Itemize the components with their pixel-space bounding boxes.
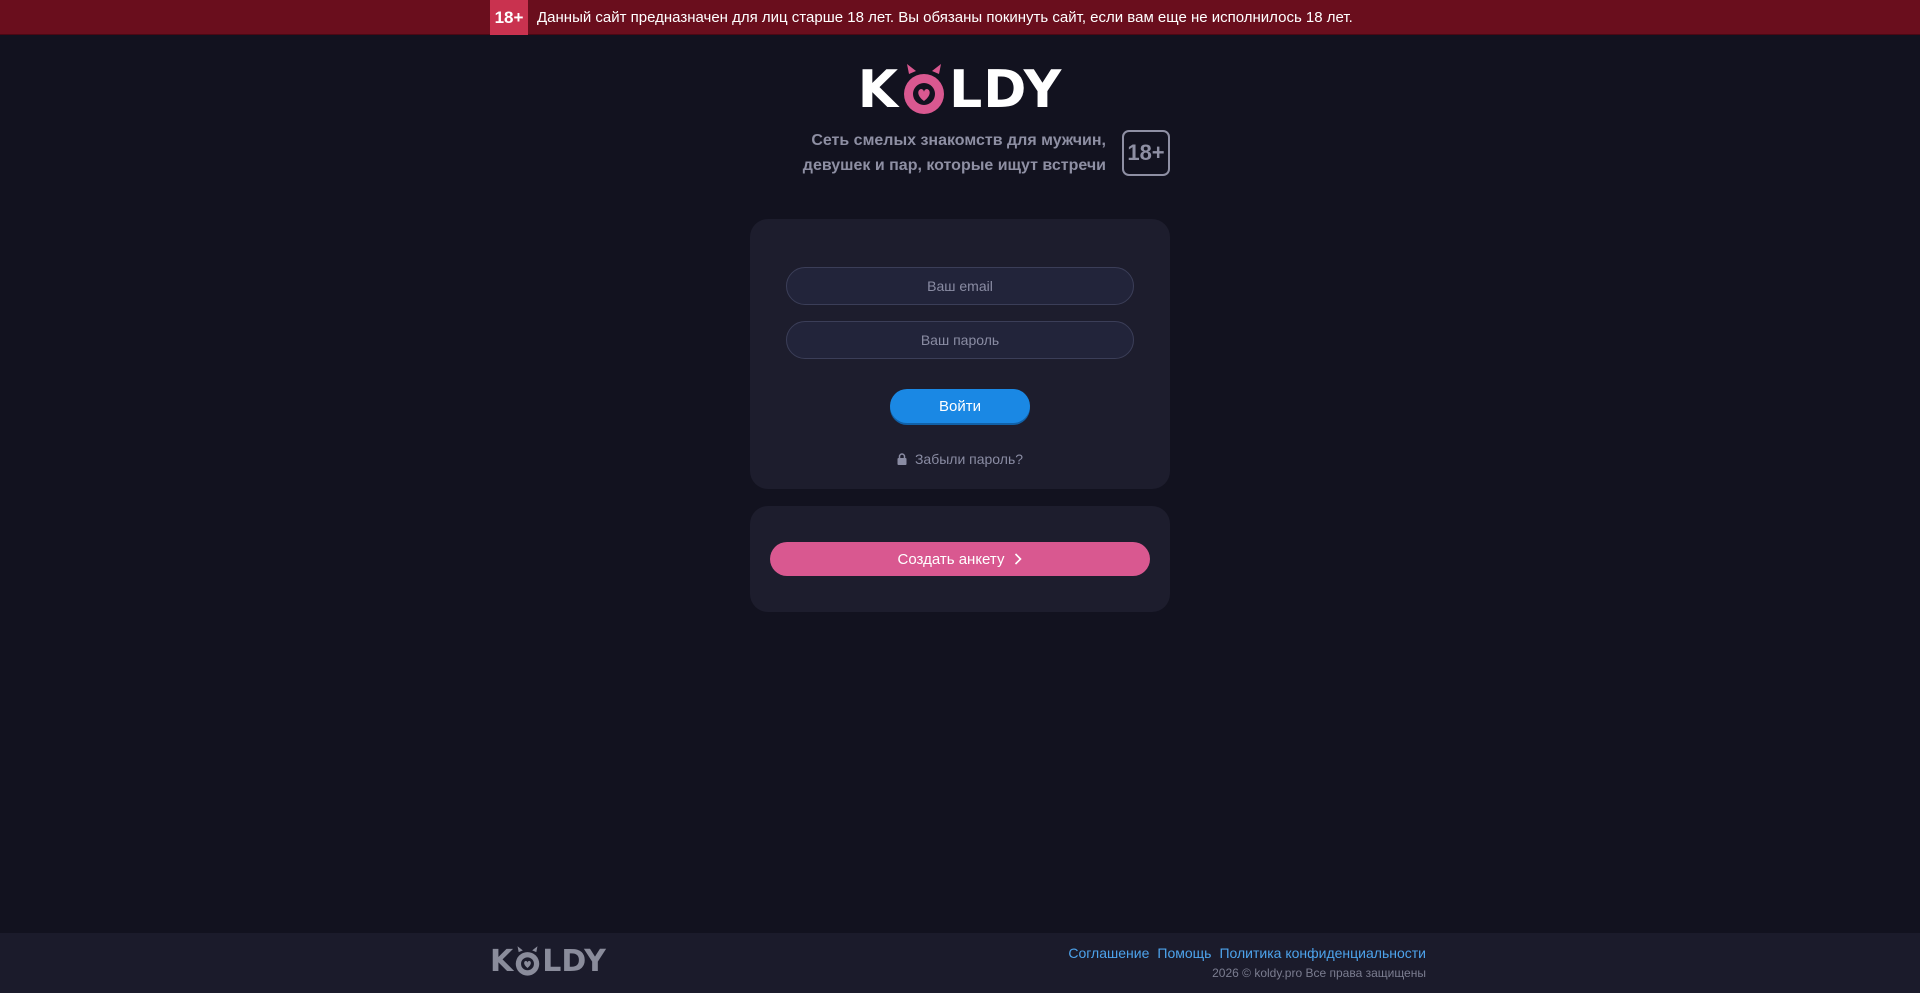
password-input[interactable] <box>786 321 1134 359</box>
forgot-password-label: Забыли пароль? <box>914 451 1024 467</box>
tagline-line-2: девушек и пар, которые ищут встречи <box>802 157 1106 174</box>
header: K LDY <box>0 60 1920 120</box>
tagline-block: Сеть смелых знакомств для мужчин, девуше… <box>760 128 1170 178</box>
footer-links: Соглашение Помощь Политика конфиденциаль… <box>1060 945 1426 961</box>
logo-text-right: LDY <box>949 60 1063 120</box>
footer-copyright: 2026 © koldy.pro Все права защищены <box>1212 966 1426 980</box>
login-card: Войти Забыли пароль? <box>750 219 1170 489</box>
devil-heart-icon <box>516 946 540 976</box>
devil-heart-icon <box>904 64 945 114</box>
register-card: Создать анкету <box>750 506 1170 612</box>
footer-logo-text-left: K <box>490 943 514 979</box>
age-warning-bar: 18+ Данный сайт предназначен для лиц ста… <box>0 0 1920 35</box>
create-profile-label: Создать анкету <box>897 550 1005 568</box>
lock-icon <box>897 453 907 465</box>
create-profile-button[interactable]: Создать анкету <box>770 542 1150 576</box>
chevron-right-icon <box>1015 553 1023 565</box>
email-input[interactable] <box>786 267 1134 305</box>
footer-logo-text-right: LDY <box>542 943 606 979</box>
login-button[interactable]: Войти <box>890 389 1030 423</box>
age-badge: 18+ <box>1122 130 1170 176</box>
footer-link-agreement[interactable]: Соглашение <box>1068 945 1149 961</box>
logo-text-left: K <box>857 60 900 120</box>
age-warning-badge: 18+ <box>490 0 528 35</box>
tagline-line-1: Сеть смелых знакомств для мужчин, <box>811 132 1106 149</box>
age-warning-text: Данный сайт предназначен для лиц старше … <box>537 9 1353 26</box>
tagline: Сеть смелых знакомств для мужчин, девуше… <box>803 128 1106 178</box>
footer-link-help[interactable]: Помощь <box>1157 945 1211 961</box>
site-logo[interactable]: K LDY <box>858 60 1062 120</box>
footer: K LDY Соглашение Помощь Политика конфиде… <box>0 933 1920 993</box>
forgot-password-link[interactable]: Забыли пароль? <box>750 451 1170 467</box>
footer-logo[interactable]: K LDY <box>490 945 606 978</box>
footer-link-privacy[interactable]: Политика конфиденциальности <box>1219 945 1426 961</box>
